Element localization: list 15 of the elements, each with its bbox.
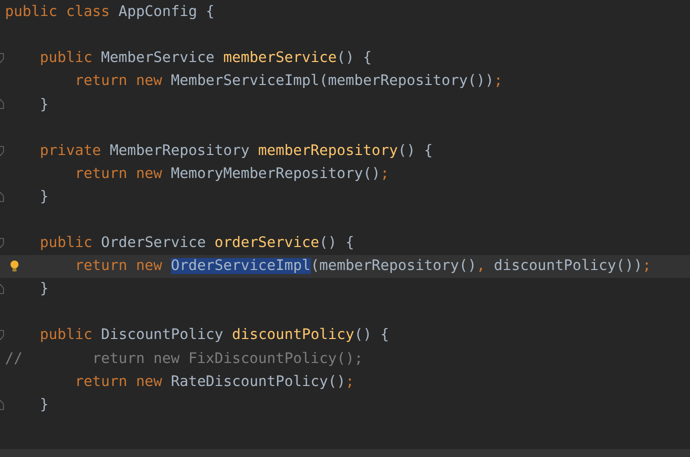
code-line: return new MemoryMemberRepository(); <box>74 164 390 184</box>
code-line: return new RateDiscountPolicy(); <box>74 372 354 392</box>
code-line: private MemberRepository memberRepository() { <box>40 142 433 161</box>
code-line: return new MemberServiceImpl(memberRepository()); <box>74 72 503 92</box>
code-line: public class AppConfig { <box>5 3 215 22</box>
code-line: } <box>40 96 49 114</box>
code-line: public MemberService memberService() { <box>40 49 372 68</box>
code-line: // return new FixDiscountPolicy(); <box>5 350 363 368</box>
code-line: return new OrderServiceImpl(memberRepository(), discountPolicy()); <box>74 257 652 276</box>
code-line: } <box>40 396 49 415</box>
code-line: } <box>40 188 49 207</box>
code-line: public OrderService orderService() { <box>40 234 354 253</box>
code-line: } <box>40 280 49 300</box>
lightbulb-icon[interactable] <box>10 260 19 272</box>
code-line: public DiscountPolicy discountPolicy() { <box>40 326 390 346</box>
